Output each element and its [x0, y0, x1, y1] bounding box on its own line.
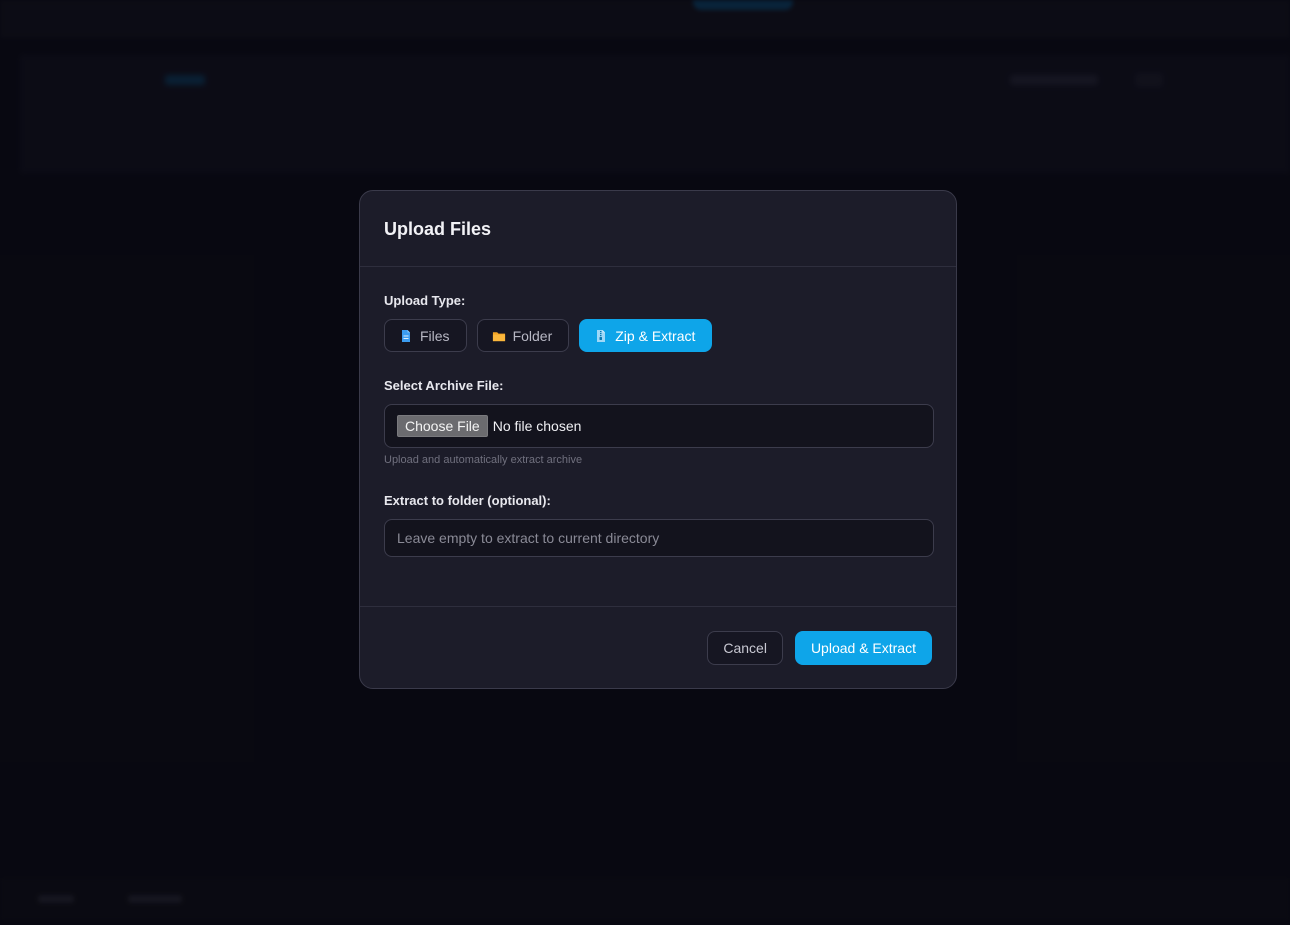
- upload-type-files-button[interactable]: Files: [384, 319, 467, 352]
- upload-type-zip-extract-label: Zip & Extract: [615, 327, 696, 344]
- upload-type-files-label: Files: [420, 327, 450, 344]
- upload-type-zip-extract-button[interactable]: Zip & Extract: [579, 319, 713, 352]
- extract-folder-section: Extract to folder (optional):: [384, 493, 934, 557]
- archive-hint-text: Upload and automatically extract archive: [384, 454, 583, 466]
- upload-files-dialog: Upload Files Upload Type: Files Folder Z…: [359, 190, 957, 689]
- archive-file-section: Select Archive File: Choose File No file…: [384, 378, 934, 466]
- extract-folder-label: Extract to folder (optional):: [384, 493, 551, 508]
- upload-type-label: Upload Type:: [384, 293, 466, 308]
- dialog-header: Upload Files: [360, 191, 956, 267]
- archive-file-input[interactable]: Choose File No file chosen: [384, 404, 934, 448]
- extract-folder-input[interactable]: [384, 519, 934, 557]
- dialog-title: Upload Files: [384, 219, 492, 239]
- archive-file-label: Select Archive File:: [384, 378, 504, 393]
- upload-type-folder-button[interactable]: Folder: [476, 319, 570, 352]
- upload-extract-button[interactable]: Upload & Extract: [794, 631, 932, 665]
- file-icon: [399, 329, 413, 343]
- dialog-body: Upload Type: Files Folder Zip & Extract …: [360, 267, 956, 607]
- archive-file-icon: [594, 329, 608, 343]
- dialog-footer: Cancel Upload & Extract: [360, 607, 956, 665]
- file-status-text: No file chosen: [492, 418, 582, 434]
- cancel-button[interactable]: Cancel: [707, 631, 783, 665]
- upload-type-folder-label: Folder: [512, 327, 553, 344]
- choose-file-button[interactable]: Choose File: [397, 415, 488, 437]
- upload-type-selector: Files Folder Zip & Extract: [384, 319, 932, 352]
- app-background: Upload Files Upload Type: Files Folder Z…: [0, 0, 1290, 925]
- folder-icon: [492, 329, 506, 343]
